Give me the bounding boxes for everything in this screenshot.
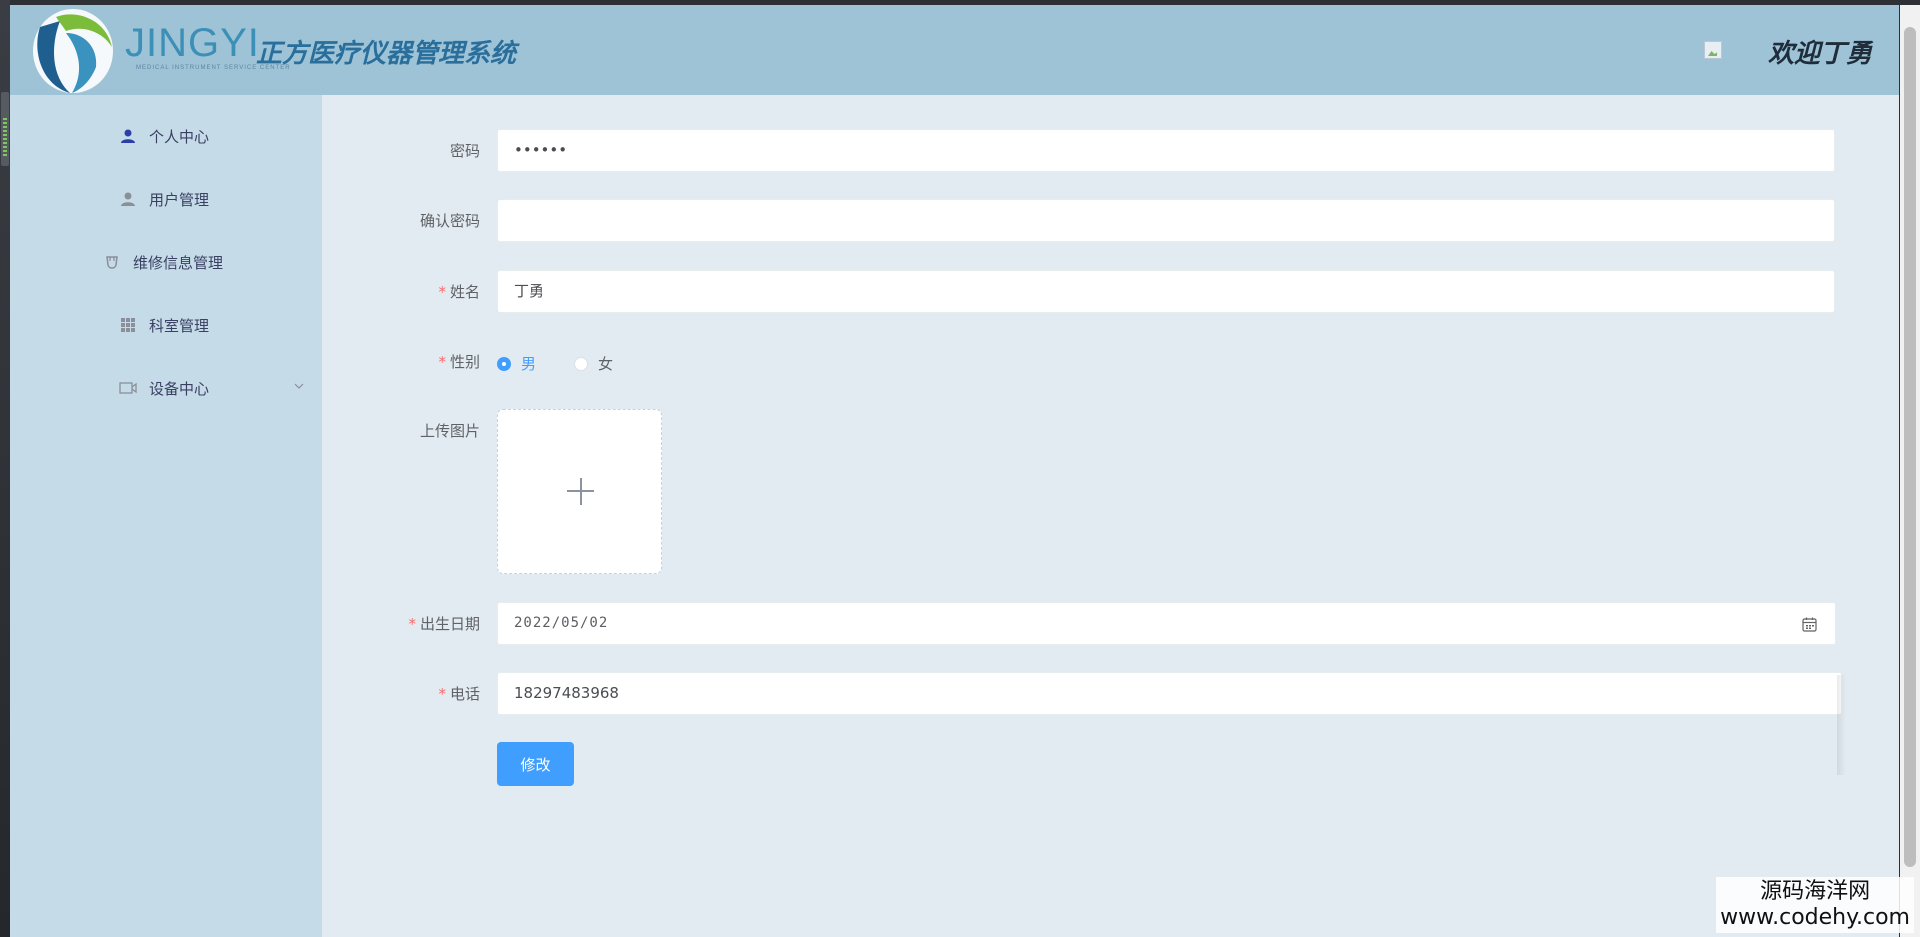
required-mark: * bbox=[438, 283, 446, 301]
page-scrollbar[interactable] bbox=[1900, 5, 1920, 937]
window-left-edge bbox=[0, 0, 10, 937]
required-mark: * bbox=[438, 685, 446, 703]
logo-wordmark: JINGYI bbox=[125, 21, 260, 65]
window-grip[interactable] bbox=[1, 92, 9, 166]
avatar[interactable] bbox=[1704, 41, 1722, 59]
upload-label: 上传图片 bbox=[419, 422, 480, 440]
main-content: 密码 •••••• 确认密码 * 姓名 丁勇 * 性别 男 女 上传图片 * 出… bbox=[322, 95, 1899, 937]
sidebar-item-personal-center[interactable]: 个人中心 bbox=[10, 114, 322, 158]
sidebar-item-label: 设备中心 bbox=[149, 379, 210, 398]
device-icon bbox=[119, 379, 137, 397]
confirm-password-label: 确认密码 bbox=[419, 212, 480, 230]
password-field[interactable]: •••••• bbox=[497, 129, 1835, 172]
password-label: 密码 bbox=[449, 142, 480, 160]
sidebar-item-label: 科室管理 bbox=[149, 316, 210, 335]
sidebar: 个人中心 用户管理 维修信息管理 科室管理 设备中心 bbox=[10, 95, 322, 937]
sidebar-item-label: 维修信息管理 bbox=[133, 253, 224, 272]
image-upload[interactable] bbox=[497, 409, 662, 574]
users-icon bbox=[119, 190, 137, 208]
sidebar-item-device-center[interactable]: 设备中心 bbox=[10, 366, 322, 410]
grid-icon bbox=[119, 316, 137, 334]
header: JINGYI MEDICAL INSTRUMENT SERVICE CENTER… bbox=[10, 5, 1899, 95]
logo-icon bbox=[33, 9, 113, 93]
radio-label: 男 bbox=[521, 355, 537, 373]
gender-label: * 性别 bbox=[438, 353, 480, 371]
field-shadow bbox=[1837, 675, 1846, 775]
modify-button[interactable]: 修改 bbox=[497, 742, 574, 786]
scrollbar-thumb[interactable] bbox=[1904, 27, 1916, 867]
sidebar-item-department[interactable]: 科室管理 bbox=[10, 303, 322, 347]
radio-dot bbox=[497, 356, 511, 371]
repair-icon bbox=[103, 253, 121, 271]
sidebar-item-label: 个人中心 bbox=[149, 127, 210, 146]
phone-field[interactable]: 18297483968 bbox=[497, 672, 1842, 715]
watermark-url: www.codehy.com bbox=[1720, 905, 1910, 930]
app-window: JINGYI MEDICAL INSTRUMENT SERVICE CENTER… bbox=[10, 5, 1899, 937]
sidebar-item-label: 用户管理 bbox=[149, 190, 210, 209]
name-field[interactable]: 丁勇 bbox=[497, 270, 1835, 313]
confirm-password-field[interactable] bbox=[497, 199, 1835, 242]
gender-radio-male[interactable]: 男 bbox=[497, 353, 536, 374]
calendar-icon[interactable] bbox=[1802, 617, 1817, 632]
chevron-down-icon bbox=[294, 383, 304, 389]
sidebar-item-repair-info[interactable]: 维修信息管理 bbox=[10, 240, 322, 284]
watermark-title: 源码海洋网 bbox=[1760, 879, 1871, 904]
birthday-label: * 出生日期 bbox=[408, 615, 480, 633]
system-title: 正方医疗仪器管理系统 bbox=[256, 39, 517, 69]
required-mark: * bbox=[438, 353, 446, 371]
required-mark: * bbox=[408, 615, 416, 633]
phone-label: * 电话 bbox=[438, 685, 480, 703]
birthday-date-picker[interactable]: 2022/05/02 bbox=[497, 602, 1836, 645]
name-label: * 姓名 bbox=[438, 283, 480, 301]
sidebar-item-user-management[interactable]: 用户管理 bbox=[10, 177, 322, 221]
welcome-text: 欢迎丁勇 bbox=[1768, 39, 1873, 69]
site-watermark: 源码海洋网 www.codehy.com bbox=[1716, 877, 1914, 933]
radio-dot bbox=[574, 356, 588, 371]
user-icon bbox=[119, 127, 137, 145]
gender-radio-female[interactable]: 女 bbox=[574, 353, 613, 374]
radio-label: 女 bbox=[598, 355, 614, 373]
